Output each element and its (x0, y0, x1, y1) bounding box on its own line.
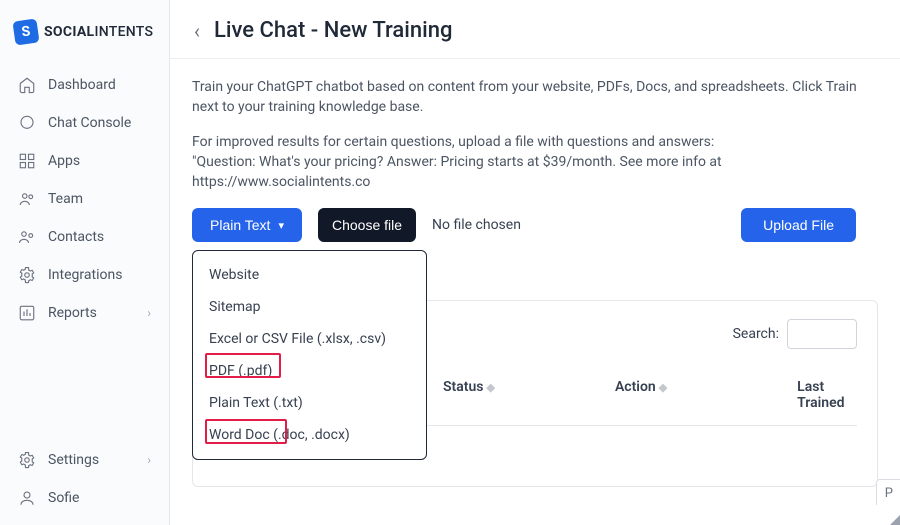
table-header-action[interactable]: Action◆ (615, 379, 667, 411)
page-header: ‹ Live Chat - New Training (170, 0, 900, 59)
main-content: ‹ Live Chat - New Training Train your Ch… (170, 0, 900, 525)
sidebar-item-team[interactable]: Team (8, 182, 161, 216)
gear-icon (18, 266, 36, 284)
chevron-right-icon: › (147, 306, 151, 320)
intro-text-2: For improved results for certain questio… (192, 132, 878, 193)
dropdown-item-sitemap[interactable]: Sitemap (193, 291, 426, 323)
user-icon (18, 489, 36, 507)
brand-name: SOCIALINTENTS (44, 24, 153, 40)
sidebar-item-label: Settings (48, 452, 99, 468)
sidebar-item-label: Reports (48, 305, 97, 321)
sidebar-item-reports[interactable]: Reports › (8, 296, 161, 330)
sidebar-item-label: Chat Console (48, 115, 131, 131)
dropdown-item-pdf[interactable]: PDF (.pdf) (193, 355, 426, 387)
type-dropdown-button[interactable]: Plain Text ▾ (192, 208, 302, 242)
dropdown-item-plain-text[interactable]: Plain Text (.txt) (193, 387, 426, 419)
file-status-text: No file chosen (432, 217, 521, 233)
sort-icon: ◆ (659, 381, 667, 394)
chevron-down-icon: ▾ (278, 219, 284, 232)
sidebar-item-settings[interactable]: Settings › (8, 441, 161, 479)
chat-icon (18, 114, 36, 132)
sidebar-item-label: Integrations (48, 267, 122, 283)
sidebar-item-label: Sofie (48, 490, 79, 506)
sidebar-item-label: Team (48, 191, 83, 207)
home-icon (18, 76, 36, 94)
dropdown-item-word-doc[interactable]: Word Doc (.doc, .docx) (193, 419, 426, 451)
page-title: Live Chat - New Training (214, 18, 452, 43)
upload-file-button[interactable]: Upload File (741, 208, 856, 242)
contacts-icon (18, 228, 36, 246)
sidebar-item-chat-console[interactable]: Chat Console (8, 106, 161, 140)
sort-icon: ◆ (486, 381, 494, 394)
dropdown-item-website[interactable]: Website (193, 259, 426, 291)
settings-icon (18, 451, 36, 469)
table-header-last-trained[interactable]: Last Trained (797, 379, 857, 411)
users-icon (18, 190, 36, 208)
content-area: Train your ChatGPT chatbot based on cont… (170, 59, 900, 505)
upload-controls-row: Plain Text ▾ Choose file No file chosen … (192, 208, 878, 242)
back-button[interactable]: ‹ (190, 19, 204, 43)
sidebar-item-label: Dashboard (48, 77, 116, 93)
sidebar-bottom: Settings › Sofie (0, 441, 169, 525)
nav-main: Dashboard Chat Console Apps Team Contact… (0, 68, 169, 330)
search-label: Search: (733, 326, 779, 342)
dropdown-item-excel-csv[interactable]: Excel or CSV File (.xlsx, .csv) (193, 323, 426, 355)
table-header-status[interactable]: Status◆ (443, 379, 495, 411)
intro-text-1: Train your ChatGPT chatbot based on cont… (192, 77, 878, 118)
sidebar-item-dashboard[interactable]: Dashboard (8, 68, 161, 102)
type-dropdown-menu: Website Sitemap Excel or CSV File (.xlsx… (192, 250, 427, 460)
sidebar-item-contacts[interactable]: Contacts (8, 220, 161, 254)
choose-file-button[interactable]: Choose file (318, 208, 416, 242)
chart-icon (18, 304, 36, 322)
resize-handle-icon[interactable] (890, 515, 900, 525)
logo-mark-icon: S (12, 18, 39, 45)
sidebar-item-apps[interactable]: Apps (8, 144, 161, 178)
sidebar: S SOCIALINTENTS Dashboard Chat Console A… (0, 0, 170, 525)
grid-icon (18, 152, 36, 170)
search-input[interactable] (787, 319, 857, 349)
sidebar-item-label: Contacts (48, 229, 104, 245)
chevron-right-icon: › (147, 453, 151, 467)
sidebar-item-label: Apps (48, 153, 80, 169)
sidebar-item-integrations[interactable]: Integrations (8, 258, 161, 292)
pagination-prev[interactable]: P (876, 479, 900, 505)
logo[interactable]: S SOCIALINTENTS (0, 0, 169, 68)
sidebar-item-user[interactable]: Sofie (8, 479, 161, 517)
